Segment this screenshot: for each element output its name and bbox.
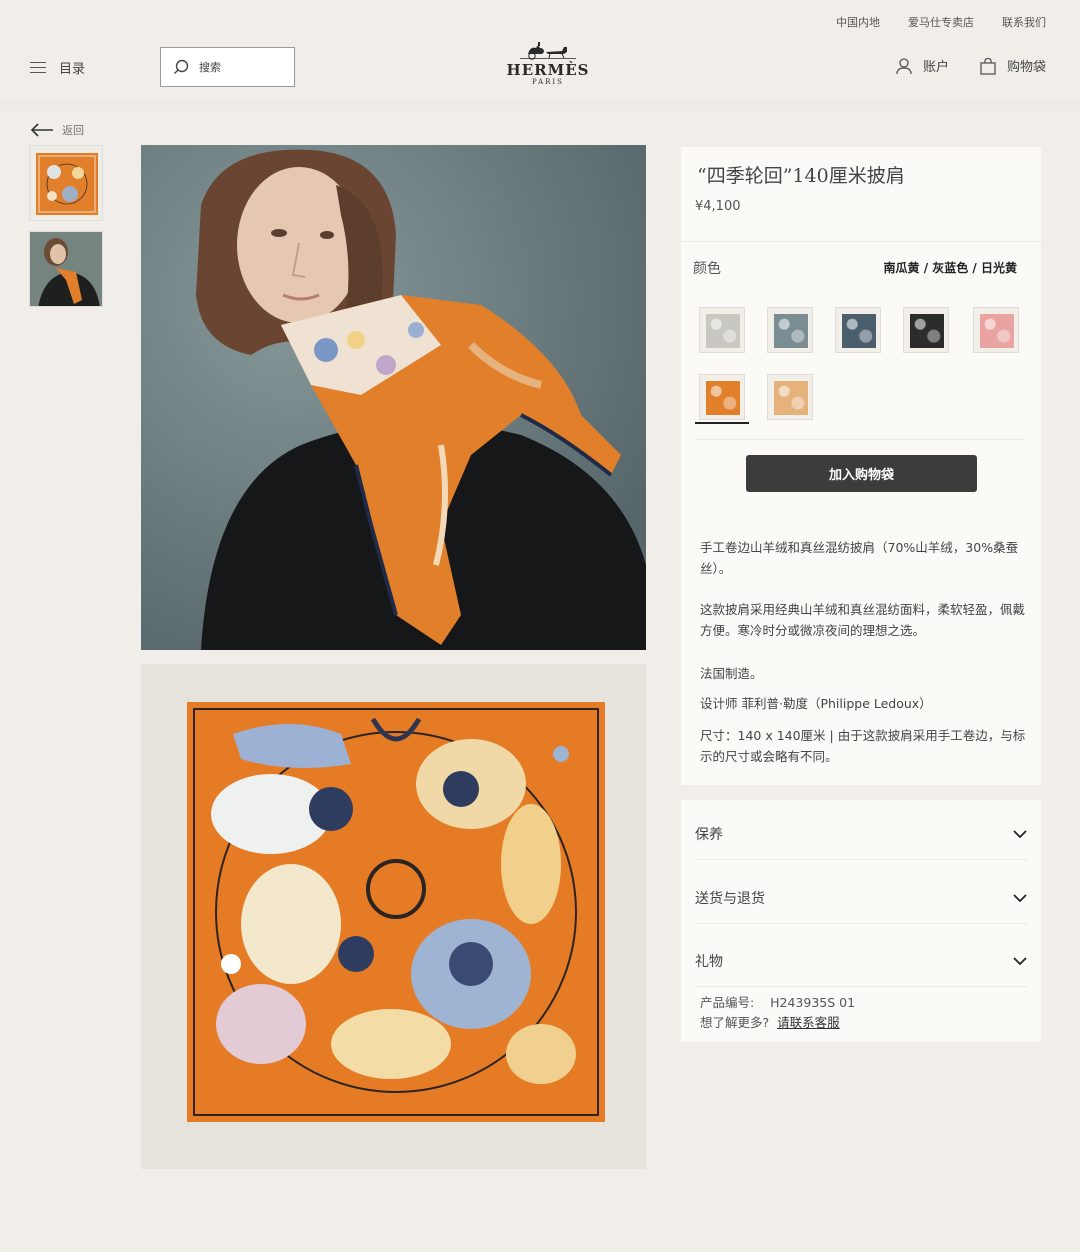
account-label: 账户 <box>922 60 949 75</box>
selected-swatch-indicator <box>695 422 749 424</box>
user-icon <box>896 57 912 74</box>
accordion-care-label: 保养 <box>695 826 723 843</box>
model-photo-image <box>141 145 646 650</box>
description-body: 这款披肩采用经典山羊绒和真丝混纺面料，柔软轻盈，佩戴方便。寒冷时分或微凉夜间的理… <box>700 602 1026 638</box>
region-link[interactable]: 中国内地 <box>836 14 880 30</box>
accordion-delivery[interactable]: 送货与退货 <box>695 872 1027 924</box>
color-swatch[interactable] <box>767 374 813 420</box>
accordion-care[interactable]: 保养 <box>695 808 1027 860</box>
help-text: 想了解更多? <box>700 1015 770 1030</box>
brand-name: HERMÈS <box>506 61 590 79</box>
contact-link[interactable]: 联系我们 <box>1002 14 1046 30</box>
accordion-gift[interactable]: 礼物 <box>695 935 1027 987</box>
utility-nav: 中国内地 爱马仕专卖店 联系我们 <box>836 14 1046 30</box>
color-swatch[interactable] <box>973 307 1019 353</box>
product-photo-model[interactable] <box>141 145 646 650</box>
add-to-bag-button[interactable]: 加入购物袋 <box>746 455 977 492</box>
shopping-bag-icon <box>980 57 996 75</box>
color-label: 颜色 <box>693 261 721 277</box>
chevron-down-icon <box>1013 829 1027 838</box>
color-swatch[interactable] <box>835 307 881 353</box>
description-size: 尺寸：140 x 140厘米 | 由于这款披肩采用手工卷边，与标示的尺寸或会略有… <box>700 728 1026 764</box>
header-divider <box>0 101 1080 107</box>
brand-city: PARIS <box>532 78 564 86</box>
sku-value: H243935S 01 <box>770 995 856 1010</box>
product-price: ¥4,100 <box>695 199 741 214</box>
color-swatch[interactable] <box>767 307 813 353</box>
menu-button[interactable]: 目录 <box>30 58 85 77</box>
description-composition: 手工卷边山羊绒和真丝混纺披肩（70%山羊绒，30%桑蚕丝）。 <box>700 540 1019 576</box>
color-value: 南瓜黄 / 灰蓝色 / 日光黄 <box>883 261 1017 275</box>
swatch-pattern <box>706 381 740 415</box>
product-photo-flat[interactable] <box>141 664 646 1169</box>
carriage-icon <box>520 42 576 60</box>
chevron-down-icon <box>1013 893 1027 902</box>
brand-logo[interactable]: HERMÈS PARIS <box>502 40 594 86</box>
menu-label: 目录 <box>59 62 86 77</box>
swatch-pattern <box>706 314 740 348</box>
contact-support-link[interactable]: 请联系客服 <box>777 1015 840 1030</box>
site-header: 目录 搜索 HERMÈS PARIS 账户 购物袋 <box>0 40 1080 100</box>
account-button[interactable]: 账户 <box>895 56 949 75</box>
arrow-left-icon <box>30 123 53 137</box>
accordion-delivery-label: 送货与退货 <box>695 890 765 907</box>
info-panel: 保养 送货与退货 礼物 产品编号: H243935S 01 想了解更多? 请联系… <box>681 800 1041 1042</box>
swatch-pattern <box>980 314 1014 348</box>
scarf-thumbnail-image <box>36 153 98 215</box>
bag-button[interactable]: 购物袋 <box>979 56 1046 75</box>
product-title: “四季轮回”140厘米披肩 <box>697 165 905 187</box>
description-origin: 法国制造。 <box>700 666 763 681</box>
model-thumbnail-image <box>30 232 102 306</box>
back-label: 返回 <box>62 124 84 137</box>
thumbnail-scarf[interactable] <box>29 145 103 221</box>
color-swatch[interactable] <box>903 307 949 353</box>
scarf-flat-image <box>141 664 646 1169</box>
swatch-pattern <box>910 314 944 348</box>
product-panel: “四季轮回”140厘米披肩 ¥4,100 颜色 南瓜黄 / 灰蓝色 / 日光黄 … <box>681 147 1041 785</box>
bag-label: 购物袋 <box>1006 60 1046 75</box>
color-swatch[interactable] <box>699 374 745 420</box>
divider <box>681 241 1041 242</box>
hamburger-icon <box>30 61 46 74</box>
sku-label: 产品编号: <box>700 995 755 1010</box>
stores-link[interactable]: 爱马仕专卖店 <box>908 14 974 30</box>
description-designer: 设计师 菲利普·勒度（Philippe Ledoux） <box>700 696 932 711</box>
help-line: 想了解更多? 请联系客服 <box>700 1012 840 1031</box>
divider <box>695 439 1025 440</box>
back-button[interactable]: 返回 <box>30 122 84 138</box>
swatch-pattern <box>842 314 876 348</box>
header-actions: 账户 购物袋 <box>895 56 1046 75</box>
search-icon <box>174 59 189 74</box>
search-input[interactable]: 搜索 <box>160 47 295 87</box>
search-placeholder: 搜索 <box>199 61 221 74</box>
swatch-pattern <box>774 314 808 348</box>
accordion-gift-label: 礼物 <box>695 953 723 970</box>
thumbnail-model[interactable] <box>29 231 103 307</box>
swatch-pattern <box>774 381 808 415</box>
color-swatch[interactable] <box>699 307 745 353</box>
chevron-down-icon <box>1013 956 1027 965</box>
product-sku: 产品编号: H243935S 01 <box>700 992 855 1011</box>
